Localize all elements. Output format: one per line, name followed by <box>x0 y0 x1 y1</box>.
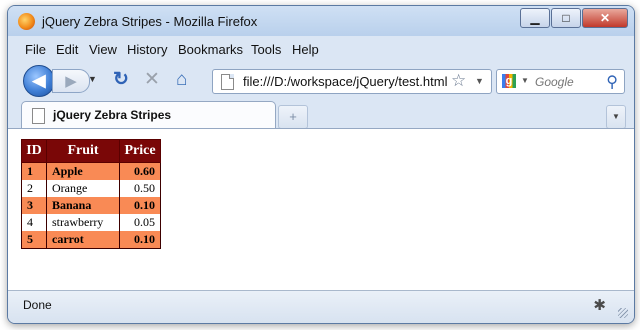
bookmark-star-icon[interactable]: ☆ <box>451 71 466 91</box>
menu-history[interactable]: History <box>127 42 167 57</box>
menu-tools[interactable]: Tools <box>251 42 281 57</box>
cell-id: 4 <box>21 214 47 231</box>
window-title: jQuery Zebra Stripes - Mozilla Firefox <box>42 14 258 29</box>
cell-price: 0.10 <box>119 197 161 214</box>
search-icon[interactable]: ⚲ <box>606 72 618 92</box>
search-bar[interactable]: g ▼ Google ⚲ <box>496 69 625 94</box>
history-dropdown-icon[interactable]: ▼ <box>88 74 97 84</box>
menu-bar: File Edit View History Bookmarks Tools H… <box>8 39 634 59</box>
close-button[interactable]: ✕ <box>582 8 628 28</box>
cell-fruit: carrot <box>46 231 120 249</box>
table-row: 5 carrot 0.10 <box>21 231 161 249</box>
cell-fruit: Apple <box>46 162 120 180</box>
home-icon[interactable]: ⌂ <box>176 70 187 89</box>
tab-title: jQuery Zebra Stripes <box>53 108 172 122</box>
cell-price: 0.60 <box>119 162 161 180</box>
search-engine-dropdown-icon[interactable]: ▼ <box>521 76 529 85</box>
close-icon: ✕ <box>599 11 611 25</box>
tab-active[interactable]: jQuery Zebra Stripes <box>21 101 276 129</box>
table-row: 4 strawberry 0.05 <box>21 214 161 231</box>
table-row: 1 Apple 0.60 <box>21 162 161 180</box>
cell-price: 0.10 <box>119 231 161 249</box>
url-text[interactable]: file:///D:/workspace/jQuery/test.html <box>243 74 447 89</box>
menu-bookmarks[interactable]: Bookmarks <box>178 42 243 57</box>
address-bar[interactable]: file:///D:/workspace/jQuery/test.html ☆ … <box>212 69 492 94</box>
page-icon <box>221 74 234 90</box>
forward-arrow-icon: ▶ <box>65 73 77 90</box>
maximize-icon: □ <box>562 11 570 25</box>
page-content: ID Fruit Price 1 Apple 0.60 2 Orange 0.5… <box>8 128 634 291</box>
fruit-table: ID Fruit Price 1 Apple 0.60 2 Orange 0.5… <box>21 139 161 249</box>
tab-strip: jQuery Zebra Stripes + ▼ <box>8 98 634 129</box>
cell-fruit: Banana <box>46 197 120 214</box>
cell-price: 0.05 <box>119 214 161 231</box>
cell-id: 5 <box>21 231 47 249</box>
back-arrow-icon: ◀ <box>32 71 46 90</box>
stop-icon[interactable]: ✕ <box>144 70 160 89</box>
cell-price: 0.50 <box>119 180 161 197</box>
header-id: ID <box>21 139 47 163</box>
status-text: Done <box>23 298 52 312</box>
status-bar: Done ✱ <box>8 290 634 323</box>
chevron-down-icon: ▼ <box>612 112 620 121</box>
menu-edit[interactable]: Edit <box>56 42 78 57</box>
firefox-logo-icon <box>18 13 35 30</box>
table-row: 2 Orange 0.50 <box>21 180 161 197</box>
minimize-button[interactable]: ▁ <box>520 8 550 28</box>
new-tab-button[interactable]: + <box>278 105 308 129</box>
header-price: Price <box>119 139 161 163</box>
tab-list-button[interactable]: ▼ <box>606 105 626 129</box>
url-dropdown-icon[interactable]: ▼ <box>475 76 484 86</box>
table-row: 3 Banana 0.10 <box>21 197 161 214</box>
google-engine-icon[interactable]: g <box>502 74 516 88</box>
table-header-row: ID Fruit Price <box>21 139 161 163</box>
menu-file[interactable]: File <box>25 42 46 57</box>
back-button[interactable]: ◀ <box>23 65 55 97</box>
cell-id: 2 <box>21 180 47 197</box>
browser-window: jQuery Zebra Stripes - Mozilla Firefox ▁… <box>7 5 635 324</box>
cell-fruit: strawberry <box>46 214 120 231</box>
forward-button[interactable]: ▶ <box>52 69 90 93</box>
window-controls: ▁ □ ✕ <box>519 8 628 28</box>
minimize-icon: ▁ <box>530 11 540 25</box>
maximize-button[interactable]: □ <box>551 8 581 28</box>
addon-bug-icon[interactable]: ✱ <box>593 296 606 314</box>
menu-view[interactable]: View <box>89 42 117 57</box>
header-fruit: Fruit <box>46 139 120 163</box>
cell-id: 1 <box>21 162 47 180</box>
title-bar: jQuery Zebra Stripes - Mozilla Firefox ▁… <box>8 6 634 36</box>
reload-icon[interactable]: ↻ <box>113 70 129 89</box>
search-placeholder[interactable]: Google <box>535 75 574 89</box>
tab-page-icon <box>32 108 45 124</box>
navigation-toolbar: ◀ ▶ ▼ ↻ ✕ ⌂ file:///D:/workspace/jQuery/… <box>8 60 634 98</box>
resize-grip-icon[interactable] <box>618 308 628 318</box>
cell-id: 3 <box>21 197 47 214</box>
menu-help[interactable]: Help <box>292 42 319 57</box>
cell-fruit: Orange <box>46 180 120 197</box>
